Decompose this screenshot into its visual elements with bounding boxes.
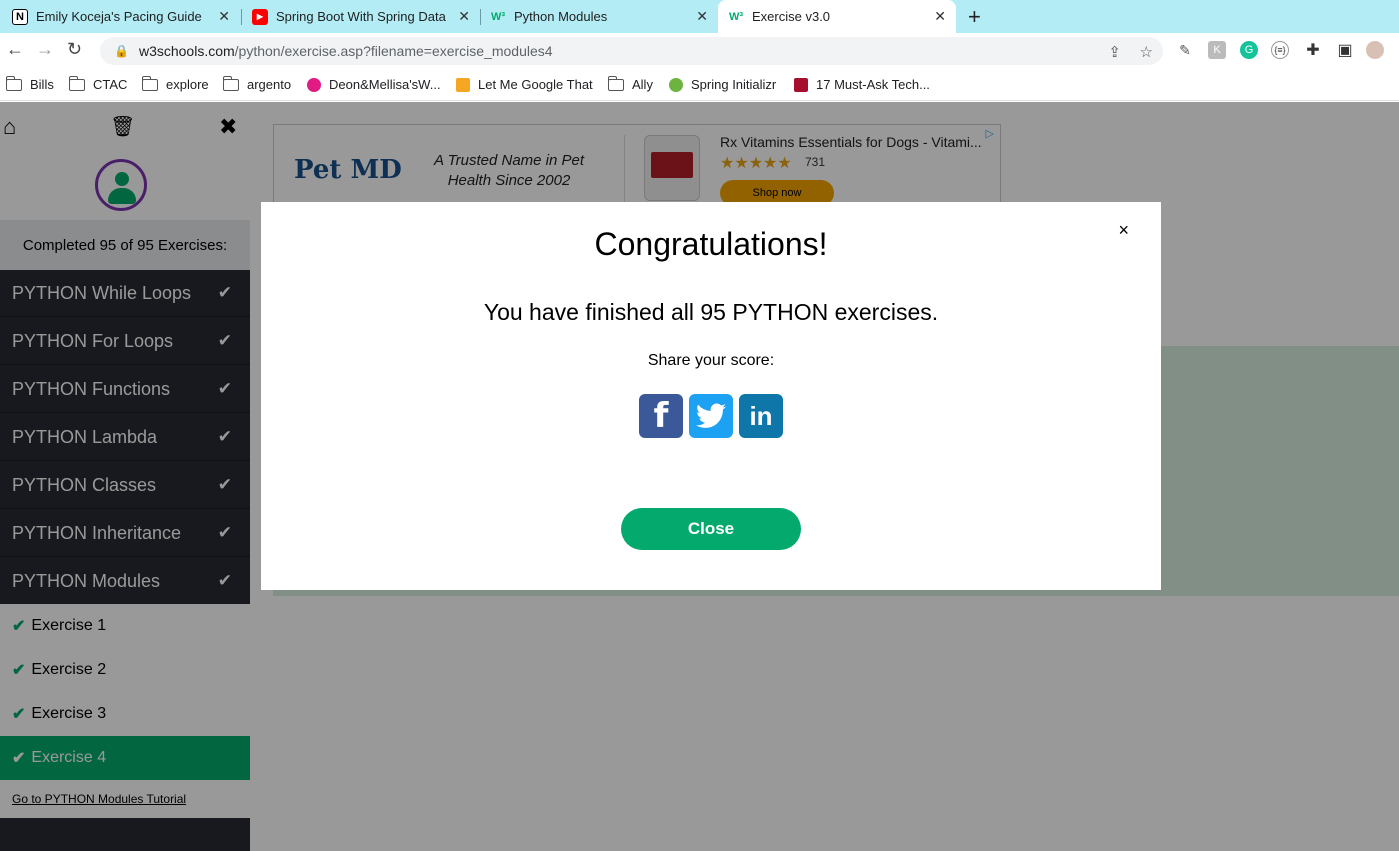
bookmark-spring-initializr[interactable]: Spring Initializr [669,77,776,92]
share-label: Share your score: [647,352,775,369]
tab-divider [241,9,242,25]
extensions-puzzle-icon[interactable]: ✚ [1304,41,1322,59]
w3schools-icon: W³ [728,10,744,23]
close-icon[interactable]: ✕ [934,8,946,25]
close-icon[interactable]: ✕ [218,8,230,25]
bookmark-explore[interactable]: explore [141,75,209,92]
json-extension-icon[interactable]: {≡} [1271,41,1289,59]
bookmark-argento[interactable]: argento [222,75,292,92]
congratulations-modal: × Congratulations! You have finished all… [261,202,1161,590]
bookmark-label: 17 Must-Ask Tech... [816,77,930,92]
tab-spring-boot[interactable]: ▶ Spring Boot With Spring Data J ✕ [252,0,480,33]
site-icon [456,77,470,92]
w3schools-icon: W³ [490,10,506,23]
site-icon [307,77,321,92]
bookmark-label: Deon&Mellisa'sW... [329,77,441,92]
folder-icon [68,75,85,91]
bookmark-label: argento [247,77,292,92]
side-panel-icon[interactable]: ▣ [1336,41,1354,59]
address-bar[interactable]: 🔒 w3schools.com/python/exercise.asp?file… [100,37,1163,65]
close-button[interactable]: Close [621,508,801,550]
bookmark-must-ask[interactable]: 17 Must-Ask Tech... [794,77,930,92]
bookmark-label: Bills [30,77,54,92]
bookmark-label: Ally [632,77,653,92]
bookmark-label: Let Me Google That [478,77,593,92]
close-icon[interactable]: ✕ [696,8,708,25]
facebook-icon[interactable]: f [639,394,683,438]
bookmark-ally[interactable]: Ally [607,75,653,92]
bookmark-ctac[interactable]: CTAC [68,75,128,92]
back-icon[interactable]: ← [6,39,24,60]
tab-title: Spring Boot With Spring Data J [276,9,448,24]
tab-divider [480,9,481,25]
forward-icon[interactable]: → [36,39,54,60]
modal-title: Congratulations! [594,226,828,262]
bookmark-let-me-google[interactable]: Let Me Google That [456,77,593,92]
tab-python-modules[interactable]: W³ Python Modules ✕ [490,0,718,33]
linkedin-icon[interactable]: in [739,394,783,438]
url-path: /python/exercise.asp?filename=exercise_m… [234,43,553,59]
tab-title: Emily Koceja's Pacing Guide [36,9,202,24]
page-content: ⌂ 🗑 ✖ Completed 95 of 95 Exercises: PYTH… [0,102,1399,851]
bookmark-label: Spring Initializr [691,77,777,92]
tab-title: Python Modules [514,9,608,24]
folder-icon [5,75,22,91]
close-icon[interactable]: ✕ [458,8,470,25]
bookmark-deon-mellisa[interactable]: Deon&Mellisa'sW... [307,77,441,92]
share-icon[interactable]: ⇪ [1108,43,1121,61]
bookmarks-bar: Bills CTAC explore argento Deon&Mellisa'… [0,69,1399,101]
folder-icon [141,75,158,91]
twitter-icon[interactable] [689,394,733,438]
notion-icon: N [12,8,28,25]
eyedropper-icon[interactable]: ✎ [1176,41,1194,59]
reload-icon[interactable]: ↻ [67,39,82,60]
youtube-icon: ▶ [252,8,268,25]
bookmark-bills[interactable]: Bills [5,75,54,92]
bookmark-label: explore [166,77,209,92]
tab-title: Exercise v3.0 [752,9,831,24]
bookmark-label: CTAC [93,77,128,92]
new-tab-icon[interactable]: + [968,4,981,30]
folder-icon [222,75,239,91]
tab-pacing-guide[interactable]: N Emily Koceja's Pacing Guide ✕ [12,0,240,33]
profile-avatar-icon[interactable] [1366,41,1384,59]
grammarly-icon[interactable]: G [1240,41,1258,59]
folder-icon [607,75,624,91]
site-icon [794,77,808,92]
url-host: w3schools.com [138,43,235,59]
browser-toolbar: ← → ↻ 🔒 w3schools.com/python/exercise.as… [0,33,1399,69]
spring-icon [669,77,683,92]
extension-k-icon[interactable]: K [1208,41,1226,59]
lock-icon: 🔒 [114,44,129,58]
tab-exercise[interactable]: W³ Exercise v3.0 ✕ [718,0,956,33]
modal-message: You have finished all 95 PYTHON exercise… [483,299,939,325]
browser-tabbar: N Emily Koceja's Pacing Guide ✕ ▶ Spring… [0,0,1399,33]
bookmark-star-icon[interactable]: ☆ [1140,43,1153,61]
